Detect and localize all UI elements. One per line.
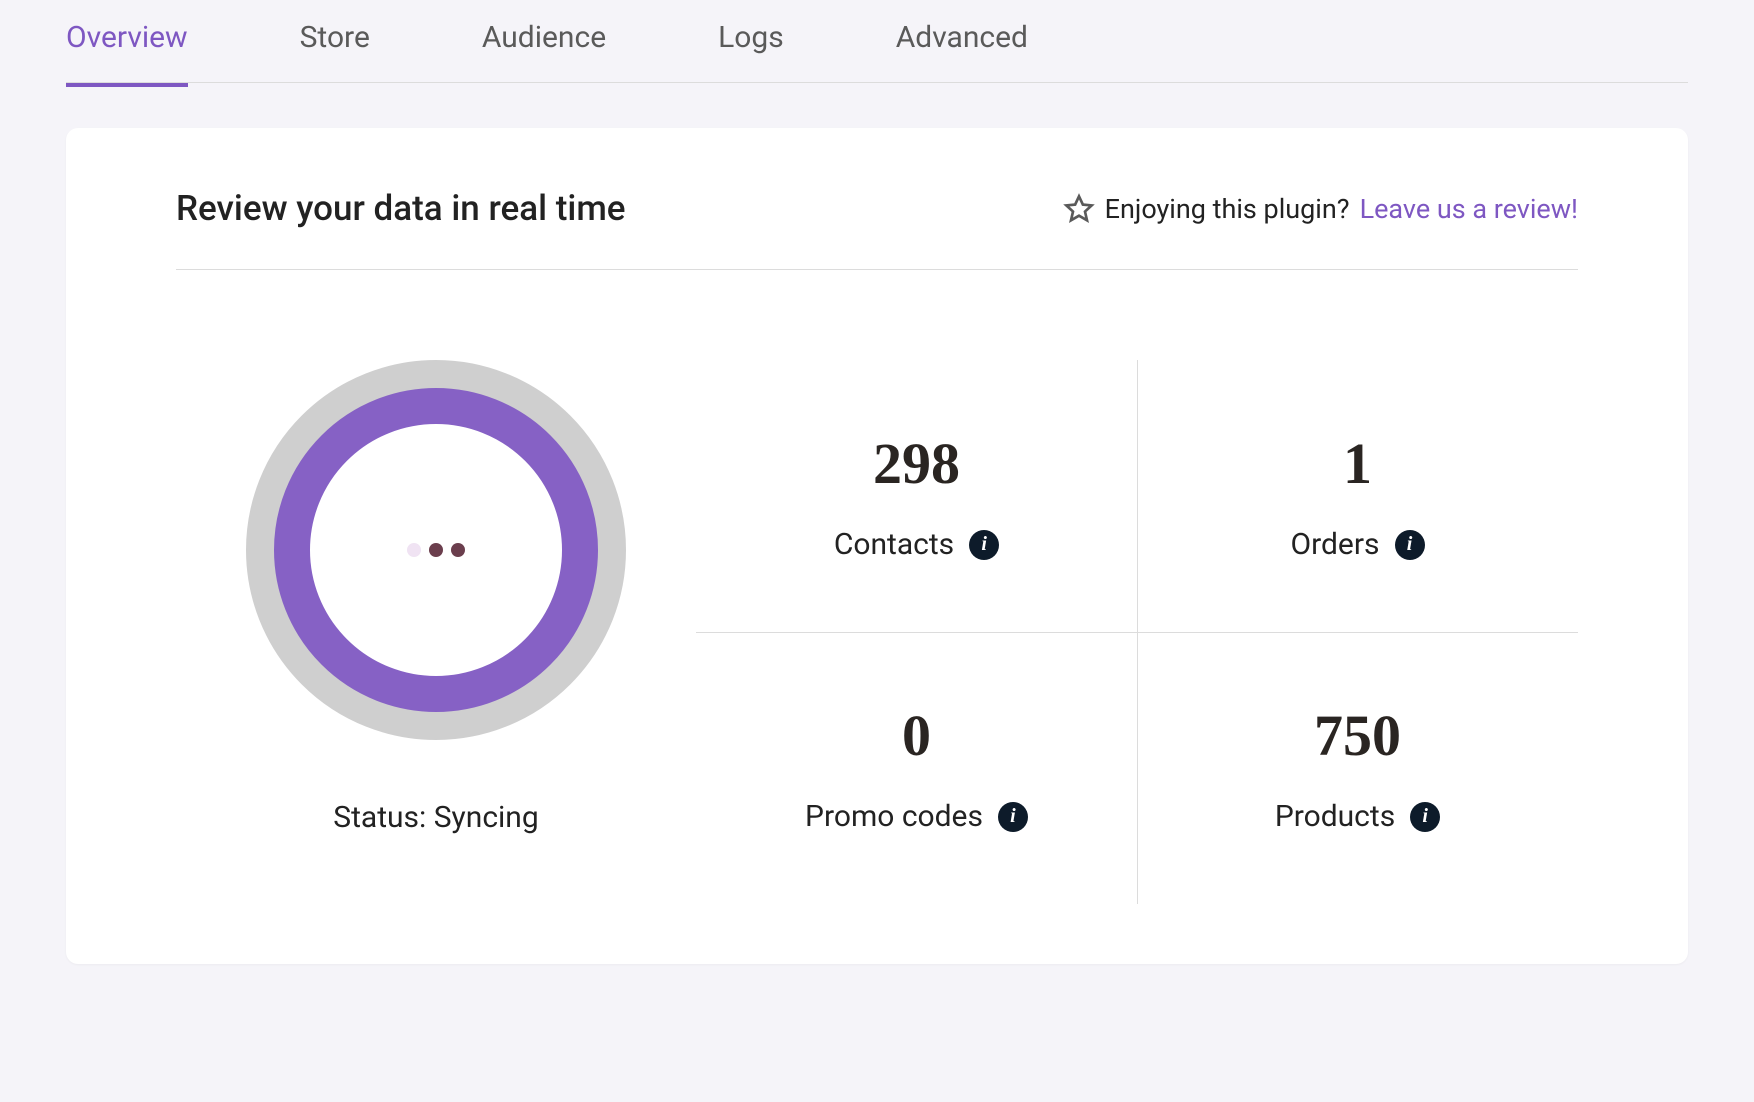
stat-orders-label: Orders xyxy=(1290,527,1379,562)
stats-grid: 298 Contacts i 1 Orders i 0 xyxy=(696,360,1578,904)
review-link[interactable]: Leave us a review! xyxy=(1360,193,1578,225)
stat-products-label: Products xyxy=(1275,799,1395,834)
overview-card: Review your data in real time Enjoying t… xyxy=(66,128,1688,964)
stat-products-value: 750 xyxy=(1314,702,1401,769)
card-title: Review your data in real time xyxy=(176,188,626,229)
stat-orders: 1 Orders i xyxy=(1137,360,1578,632)
info-icon[interactable]: i xyxy=(969,530,999,560)
stat-contacts-value: 298 xyxy=(873,430,960,497)
card-header: Review your data in real time Enjoying t… xyxy=(176,188,1578,270)
stat-contacts: 298 Contacts i xyxy=(696,360,1137,632)
tab-overview[interactable]: Overview xyxy=(66,20,188,87)
grid-divider-horizontal xyxy=(696,632,1578,633)
review-prompt: Enjoying this plugin? xyxy=(1105,193,1350,225)
info-icon[interactable]: i xyxy=(1410,802,1440,832)
stat-products: 750 Products i xyxy=(1137,632,1578,904)
tab-nav: Overview Store Audience Logs Advanced xyxy=(66,0,1688,83)
sync-status-text: Status: Syncing xyxy=(333,800,538,835)
tab-store[interactable]: Store xyxy=(300,20,370,83)
spinner-dots-icon xyxy=(407,543,465,557)
stat-promo-codes-value: 0 xyxy=(902,702,931,769)
tab-audience[interactable]: Audience xyxy=(482,20,606,83)
info-icon[interactable]: i xyxy=(998,802,1028,832)
stat-promo-codes-label: Promo codes xyxy=(805,799,983,834)
info-icon[interactable]: i xyxy=(1395,530,1425,560)
sync-spinner xyxy=(246,360,626,740)
stat-orders-value: 1 xyxy=(1343,430,1372,497)
content-row: Status: Syncing 298 Contacts i 1 Orders xyxy=(176,360,1578,904)
stat-contacts-label: Contacts xyxy=(834,527,954,562)
review-block: Enjoying this plugin? Leave us a review! xyxy=(1063,193,1578,225)
tab-logs[interactable]: Logs xyxy=(718,20,784,83)
sync-status-column: Status: Syncing xyxy=(176,360,696,835)
stat-promo-codes: 0 Promo codes i xyxy=(696,632,1137,904)
star-icon xyxy=(1063,193,1095,225)
tab-advanced[interactable]: Advanced xyxy=(896,20,1028,83)
